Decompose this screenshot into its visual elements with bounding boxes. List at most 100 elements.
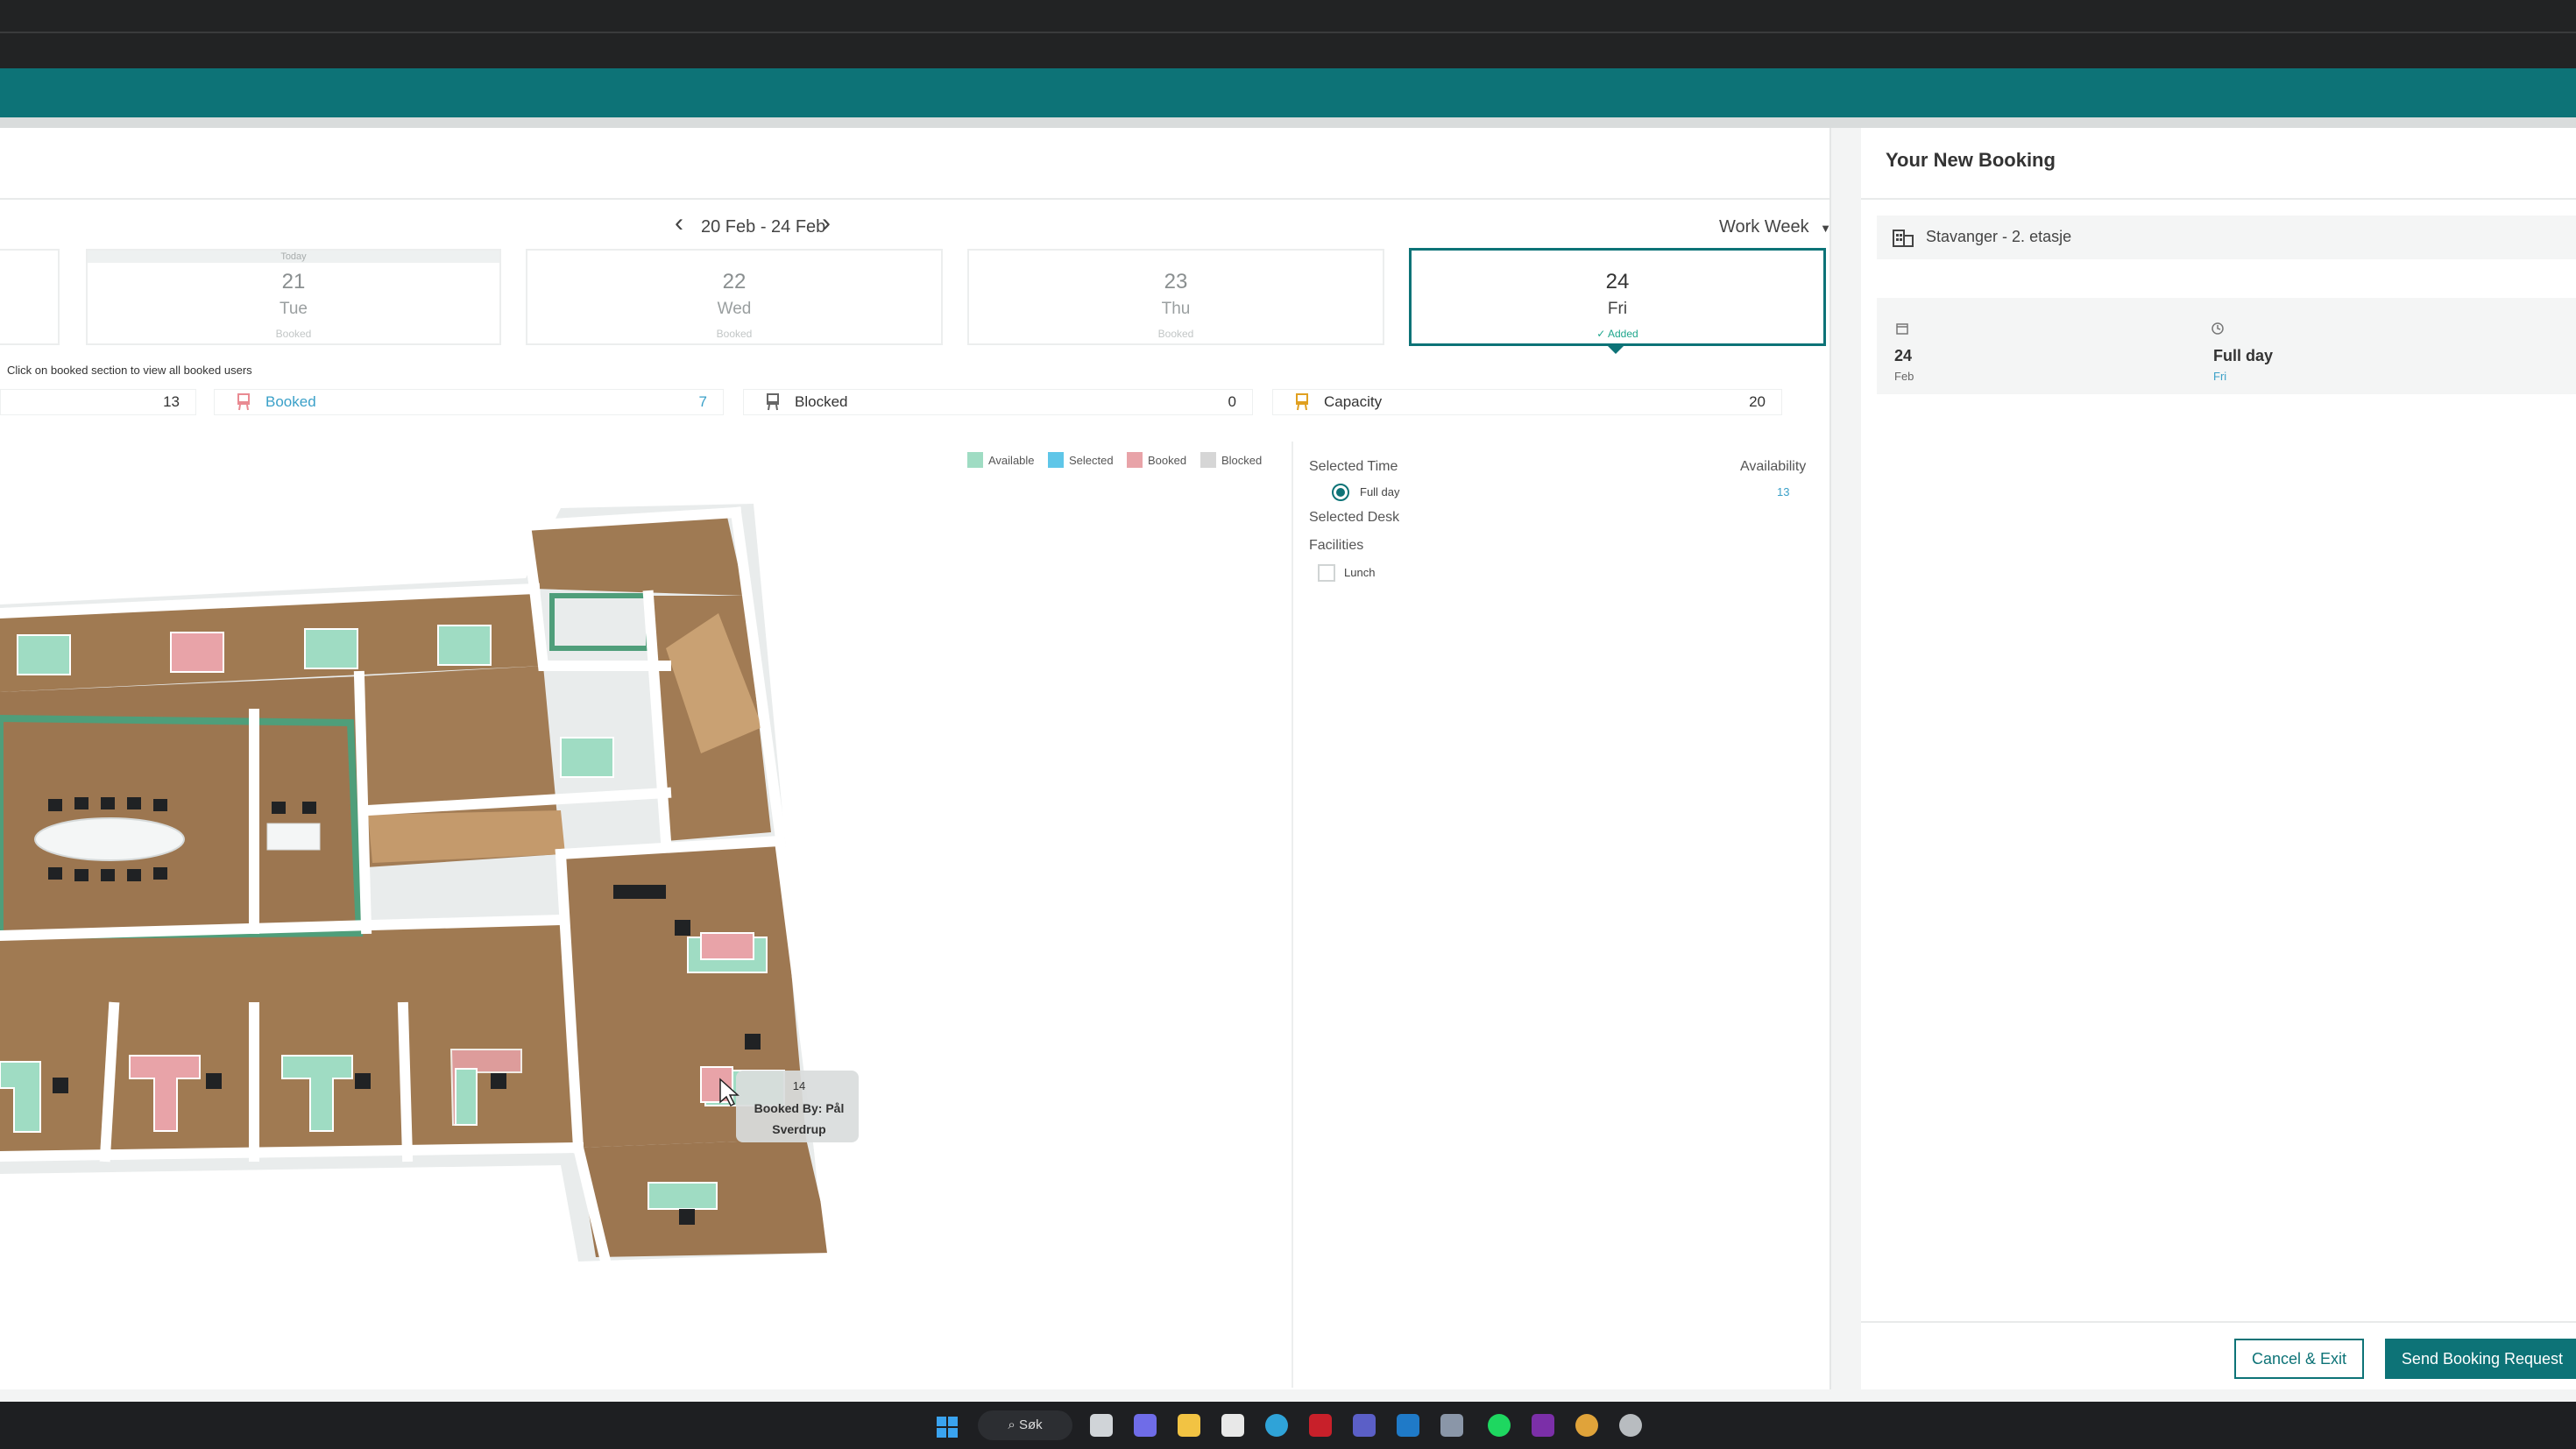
selected-desk-label: Selected Desk	[1309, 510, 1400, 525]
chat-icon[interactable]	[1134, 1414, 1157, 1437]
booked-count: 7	[698, 393, 707, 410]
lunch-checkbox[interactable]	[1318, 564, 1335, 582]
search-icon: ⌕	[1008, 1417, 1019, 1432]
calendar-icon	[1896, 323, 1908, 335]
selected-day-pointer	[1605, 343, 1626, 354]
day-of-week: Fri	[1607, 300, 1628, 318]
legend-label: Blocked	[1221, 454, 1263, 467]
day-number: 21	[281, 270, 306, 293]
next-week-chevron-icon[interactable]: ›	[822, 209, 831, 238]
outlook-icon[interactable]	[1397, 1414, 1419, 1437]
clock-icon	[2212, 322, 2224, 335]
stat-booked[interactable]: Booked 7	[214, 389, 724, 415]
legend-swatch	[1127, 452, 1143, 468]
desk-chair-icon	[237, 393, 250, 411]
booking-location: Stavanger - 2. etasje	[1926, 228, 2072, 245]
day-number: 24	[1605, 270, 1630, 293]
booking-summary-row: 24 Feb Full day Fri	[1877, 298, 2576, 394]
day-card-fri[interactable]: 24 Fri ✓ Added	[1409, 248, 1826, 346]
security-app-icon[interactable]	[1309, 1414, 1332, 1437]
available-count: 13	[163, 393, 180, 410]
window-titlebar	[0, 0, 2576, 68]
taskbar-search[interactable]: ⌕ Søk	[978, 1410, 1072, 1440]
day-of-week: Wed	[717, 300, 752, 318]
day-status: Booked	[716, 328, 753, 340]
stat-blocked[interactable]: Blocked 0	[743, 389, 1253, 415]
os-taskbar	[0, 1402, 2576, 1449]
stat-capacity[interactable]: Capacity 20	[1272, 389, 1782, 415]
teams-icon[interactable]	[1353, 1414, 1376, 1437]
radio-dot	[1336, 488, 1345, 497]
booking-time: Full day	[2213, 347, 2274, 364]
booking-header-divider	[1861, 198, 2576, 200]
header-separator	[0, 117, 2576, 128]
legend-blocked: Blocked	[1200, 452, 1262, 470]
conference-table	[34, 817, 185, 861]
booked-label: Booked	[265, 393, 316, 410]
staircase	[368, 810, 565, 863]
tooltip-booked-by-surname: Sverdrup	[772, 1122, 825, 1136]
spotify-icon[interactable]	[1488, 1414, 1511, 1437]
day-status: Booked	[1157, 328, 1194, 340]
lunch-label: Lunch	[1344, 566, 1376, 579]
day-of-week: Tue	[279, 300, 308, 318]
view-select-value: Work Week	[1719, 217, 1809, 237]
day-card-tue[interactable]: Today 21 Tue Booked	[86, 249, 501, 345]
full-day-option-label: Full day	[1360, 485, 1400, 498]
task-view-icon[interactable]	[1090, 1414, 1113, 1437]
app-header-bar	[0, 68, 2576, 117]
legend-swatch	[1200, 452, 1216, 468]
legend-swatch	[1048, 452, 1064, 468]
date-range-label: 20 Feb - 24 Feb	[701, 217, 826, 237]
booked-hint-text: Click on booked section to view all book…	[7, 364, 252, 377]
panel-header-divider	[0, 198, 1829, 200]
availability-label: Availability	[1740, 459, 1807, 474]
onenote-icon[interactable]	[1532, 1414, 1554, 1437]
booking-footer-divider	[1861, 1321, 2576, 1323]
booking-date-number: 24	[1894, 347, 1913, 364]
chrome-icon[interactable]	[1575, 1414, 1598, 1437]
today-label: Today	[88, 251, 499, 263]
legend-selected: Selected	[1048, 452, 1114, 470]
file-explorer-icon[interactable]	[1178, 1414, 1200, 1437]
booking-title: Your New Booking	[1886, 149, 2056, 171]
options-divider	[1292, 442, 1293, 1388]
taskbar-search-label: Søk	[1018, 1417, 1043, 1432]
booking-location-row: Stavanger - 2. etasje	[1877, 216, 2576, 259]
windows-start-icon[interactable]	[936, 1416, 959, 1438]
legend-label: Available	[988, 454, 1035, 467]
app-icon[interactable]	[1440, 1414, 1463, 1437]
capacity-count: 20	[1749, 393, 1766, 410]
send-booking-request-button[interactable]: Send Booking Request	[2385, 1339, 2576, 1379]
edge-browser-icon[interactable]	[1265, 1414, 1288, 1437]
day-status: Booked	[275, 328, 312, 340]
legend-available: Available	[967, 452, 1035, 470]
desk-chair-icon	[1296, 393, 1308, 411]
blocked-label: Blocked	[795, 393, 848, 410]
cancel-exit-button[interactable]: Cancel & Exit	[2234, 1339, 2364, 1379]
prev-week-chevron-icon[interactable]: ‹	[675, 209, 683, 238]
day-status: ✓ Added	[1596, 328, 1638, 340]
cloud-icon[interactable]	[1619, 1414, 1642, 1437]
day-card-wed[interactable]: 22 Wed Booked	[526, 249, 943, 345]
facilities-label: Facilities	[1309, 538, 1364, 553]
tooltip-desk-number: 14	[793, 1079, 805, 1092]
day-of-week: Thu	[1161, 300, 1191, 318]
day-number: 23	[1164, 270, 1188, 293]
booking-time-day: Fri	[2213, 370, 2227, 383]
stat-available[interactable]: 13	[0, 389, 196, 415]
day-number: 22	[722, 270, 747, 293]
day-card-thu[interactable]: 23 Thu Booked	[967, 249, 1384, 345]
day-card-mon[interactable]	[0, 249, 60, 345]
floor-plan[interactable]: 14 Booked By: Pål Sverdrup	[0, 491, 867, 1279]
tooltip-booked-by: Booked By: Pål	[754, 1101, 845, 1115]
booking-date-month: Feb	[1894, 370, 1914, 383]
store-icon[interactable]	[1221, 1414, 1244, 1437]
blocked-count: 0	[1228, 393, 1236, 410]
full-day-radio[interactable]	[1332, 484, 1349, 501]
floor-area	[0, 920, 578, 1156]
view-select[interactable]: Work Week ▼	[1719, 217, 1831, 237]
legend-swatch	[967, 452, 983, 468]
selected-time-label: Selected Time	[1309, 459, 1398, 474]
legend-booked: Booked	[1127, 452, 1186, 470]
